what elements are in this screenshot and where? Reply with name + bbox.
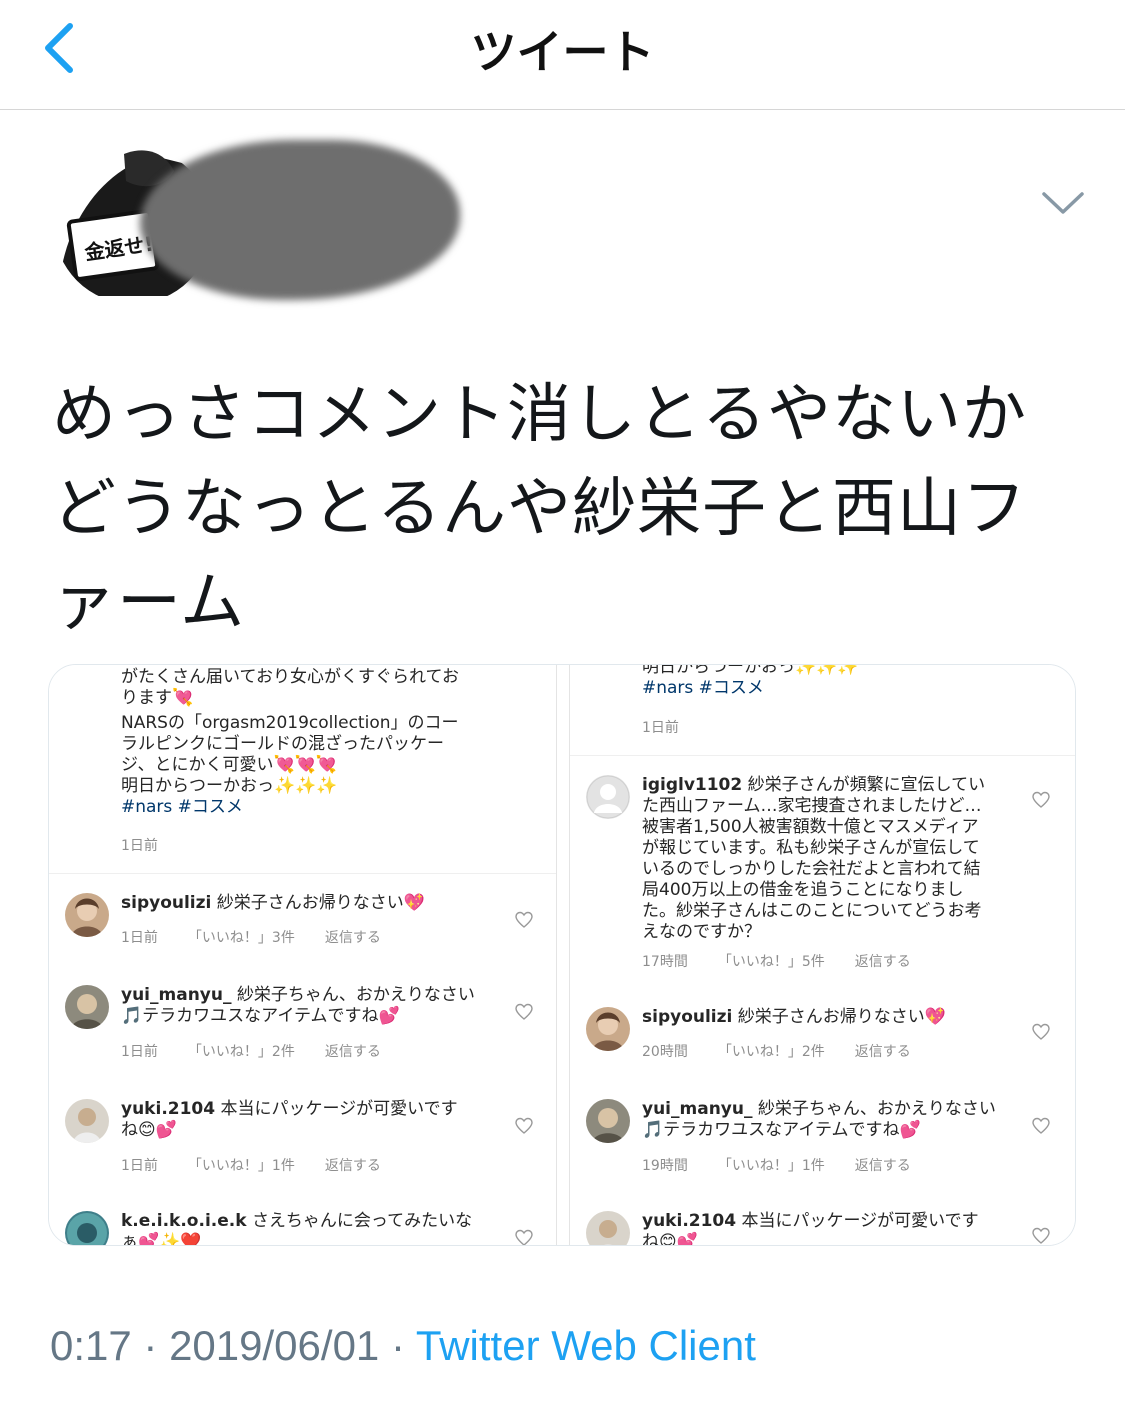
- hashtags: #nars #コスメ: [642, 678, 764, 698]
- comment-text: sipyoulizi 紗栄子さんお帰りなさい💖: [121, 893, 425, 913]
- tweet-date: 2019/06/01: [169, 1322, 380, 1369]
- divider: [570, 755, 1075, 756]
- default-avatar-icon: [586, 775, 630, 819]
- media-panel-left: がたくさん届いており女心がくすぐられてお ります💘 NARSの「orgasm20…: [49, 665, 557, 1246]
- comment-meta: 19時間 「いいね！」1件 返信する: [642, 1158, 911, 1174]
- comment-text: igiglv1102 紗栄子さんが頻繁に宣伝してい た西山ファーム…家宅捜査され…: [642, 775, 986, 942]
- tweet-timestamp: 0:17 · 2019/06/01 · Twitter Web Client: [50, 1322, 756, 1369]
- post-caption: がたくさん届いており女心がくすぐられてお ります💘 NARSの「orgasm20…: [121, 667, 541, 818]
- heart-icon[interactable]: [1032, 1227, 1050, 1245]
- comment-meta: 1日前 「いいね！」3件 返信する: [121, 930, 381, 946]
- top-bar: ツイート: [0, 0, 1125, 110]
- comment-text: yui_manyu_ 紗栄子ちゃん、おかえりなさい 🎵テラカワユスなアイテムです…: [642, 1099, 996, 1140]
- comment-username: yui_manyu_: [121, 985, 232, 1005]
- comment-text: yuki.2104 本当にパッケージが可愛いです ね😊💕: [121, 1099, 458, 1140]
- chevron-down-icon[interactable]: [1040, 186, 1086, 218]
- panel-gap: [557, 665, 569, 1245]
- heart-icon[interactable]: [1032, 791, 1050, 809]
- tweet-line: めっさコメント消しとるやないか: [52, 378, 1027, 452]
- heart-icon[interactable]: [515, 1229, 533, 1246]
- avatar: [586, 1007, 630, 1051]
- comment-username: yuki.2104: [121, 1099, 216, 1119]
- avatar: [65, 893, 109, 937]
- caption-time: 1日前: [121, 838, 158, 854]
- avatar: [65, 1211, 109, 1245]
- avatar: [65, 985, 109, 1029]
- heart-icon[interactable]: [515, 911, 533, 929]
- avatar: [586, 1211, 630, 1245]
- comment-meta: 1日前 「いいね！」2件 返信する: [121, 1044, 381, 1060]
- tweet-line: ァーム: [52, 566, 246, 640]
- media-panel-right: 明日からつーかおっ✨✨✨ #nars #コスメ 1日前 igiglv1102 紗…: [569, 665, 1075, 1246]
- comment-meta: 17時間 「いいね！」5件 返信する: [642, 954, 911, 970]
- comment-username: sipyoulizi: [642, 1007, 733, 1027]
- comment-username: sipyoulizi: [121, 893, 212, 913]
- tweet-text: めっさコメント消しとるやないか どうなっとるんや紗栄子と西山フ ァーム: [52, 368, 1062, 650]
- heart-icon[interactable]: [1032, 1023, 1050, 1041]
- comment-text: yui_manyu_ 紗栄子ちゃん、おかえりなさい 🎵テラカワユスなアイテムです…: [121, 985, 475, 1026]
- heart-icon[interactable]: [515, 1117, 533, 1135]
- redacted-author-name: [140, 140, 460, 300]
- tweet-media-image[interactable]: がたくさん届いており女心がくすぐられてお ります💘 NARSの「orgasm20…: [48, 664, 1076, 1246]
- page-title: ツイート: [470, 25, 655, 79]
- avatar: [586, 1099, 630, 1143]
- comment-text: k.e.i.k.o.i.e.k さえちゃんに会ってみたいな ぁ💕✨❤️: [121, 1211, 473, 1246]
- avatar: [65, 1099, 109, 1143]
- divider: [49, 873, 556, 874]
- comment-username: k.e.i.k.o.i.e.k: [121, 1211, 247, 1231]
- hashtags: #nars #コスメ: [121, 797, 243, 817]
- comment-username: yuki.2104: [642, 1211, 737, 1231]
- tweet-time: 0:17: [50, 1322, 132, 1369]
- comment-username: yui_manyu_: [642, 1099, 753, 1119]
- comment-username: igiglv1102: [642, 775, 743, 795]
- client-link[interactable]: Twitter Web Client: [416, 1322, 756, 1369]
- heart-icon[interactable]: [1032, 1117, 1050, 1135]
- post-caption: 明日からつーかおっ✨✨✨ #nars #コスメ: [642, 665, 1062, 699]
- heart-icon[interactable]: [515, 1003, 533, 1021]
- comment-text: sipyoulizi 紗栄子さんお帰りなさい💖: [642, 1007, 946, 1027]
- comment-text: yuki.2104 本当にパッケージが可愛いです ね😊💕: [642, 1211, 979, 1246]
- comment-meta: 1日前 「いいね！」1件 返信する: [121, 1158, 381, 1174]
- tweet-line: どうなっとるんや紗栄子と西山フ: [52, 472, 1027, 546]
- caption-time: 1日前: [642, 720, 679, 736]
- comment-meta: 20時間 「いいね！」2件 返信する: [642, 1044, 911, 1060]
